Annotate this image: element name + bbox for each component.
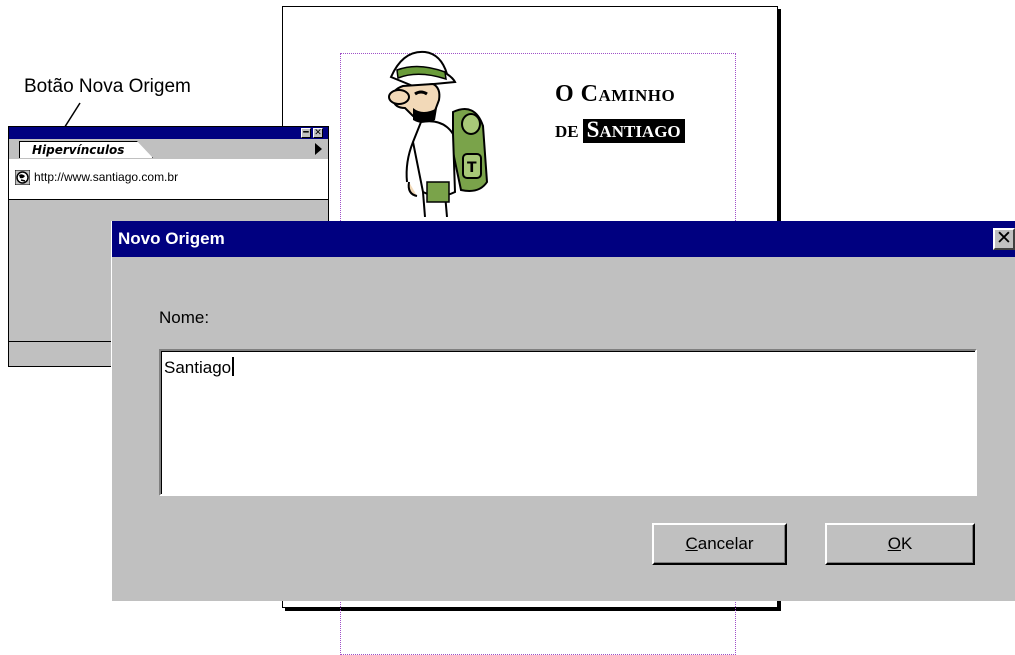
hiker-illustration: T — [388, 50, 489, 217]
cancel-button[interactable]: Cancelar — [652, 523, 787, 565]
text-caret — [232, 357, 235, 376]
svg-text:T: T — [467, 160, 477, 176]
dialog-titlebar[interactable]: Novo Origem ✕ — [112, 221, 1015, 257]
document-title: O CAMINHO DE SANTIAGO — [555, 81, 685, 143]
ok-label-rest: K — [900, 534, 913, 553]
title-caminho-initial: C — [580, 81, 599, 107]
title-de: DE — [555, 122, 579, 141]
tab-hyperlinks[interactable]: Hipervínculos — [19, 141, 153, 158]
globe-anchor-icon[interactable] — [15, 170, 30, 186]
ok-button[interactable]: OK — [825, 523, 975, 565]
palette-menu-arrow-icon[interactable] — [315, 143, 322, 155]
ok-mnemonic: O — [887, 534, 901, 553]
name-field-value: Santiago — [164, 357, 235, 378]
title-o: O — [555, 81, 575, 107]
title-santiago-rest: ANTIAGO — [599, 122, 681, 141]
cancel-label-rest: ancelar — [697, 534, 754, 553]
selected-santiago: SANTIAGO — [582, 117, 685, 143]
title-santiago-initial: S — [586, 117, 600, 142]
new-origin-dialog: Novo Origem ✕ Nome: Santiago Cancelar OK — [111, 221, 1015, 601]
palette-minimize-button[interactable]: ━ — [301, 128, 311, 138]
callout-label: Botão Nova Origem — [24, 76, 191, 97]
dialog-close-button[interactable]: ✕ — [993, 228, 1015, 250]
dialog-title: Novo Origem — [118, 229, 225, 248]
name-field[interactable]: Santiago — [159, 349, 977, 496]
palette-close-button[interactable]: ✕ — [313, 128, 323, 138]
palette-titlebar[interactable]: ━ ✕ — [9, 127, 328, 139]
name-field-text: Santiago — [164, 358, 232, 377]
hyperlinks-list: http://www.santiago.com.br — [9, 159, 328, 200]
name-field-label: Nome: — [159, 308, 210, 327]
palette-tabstrip: Hipervínculos — [9, 139, 328, 159]
list-item[interactable]: http://www.santiago.com.br — [15, 170, 179, 186]
title-caminho-rest: AMINHO — [598, 86, 676, 105]
cancel-mnemonic: C — [685, 534, 698, 553]
hyperlink-url: http://www.santiago.com.br — [34, 170, 179, 184]
